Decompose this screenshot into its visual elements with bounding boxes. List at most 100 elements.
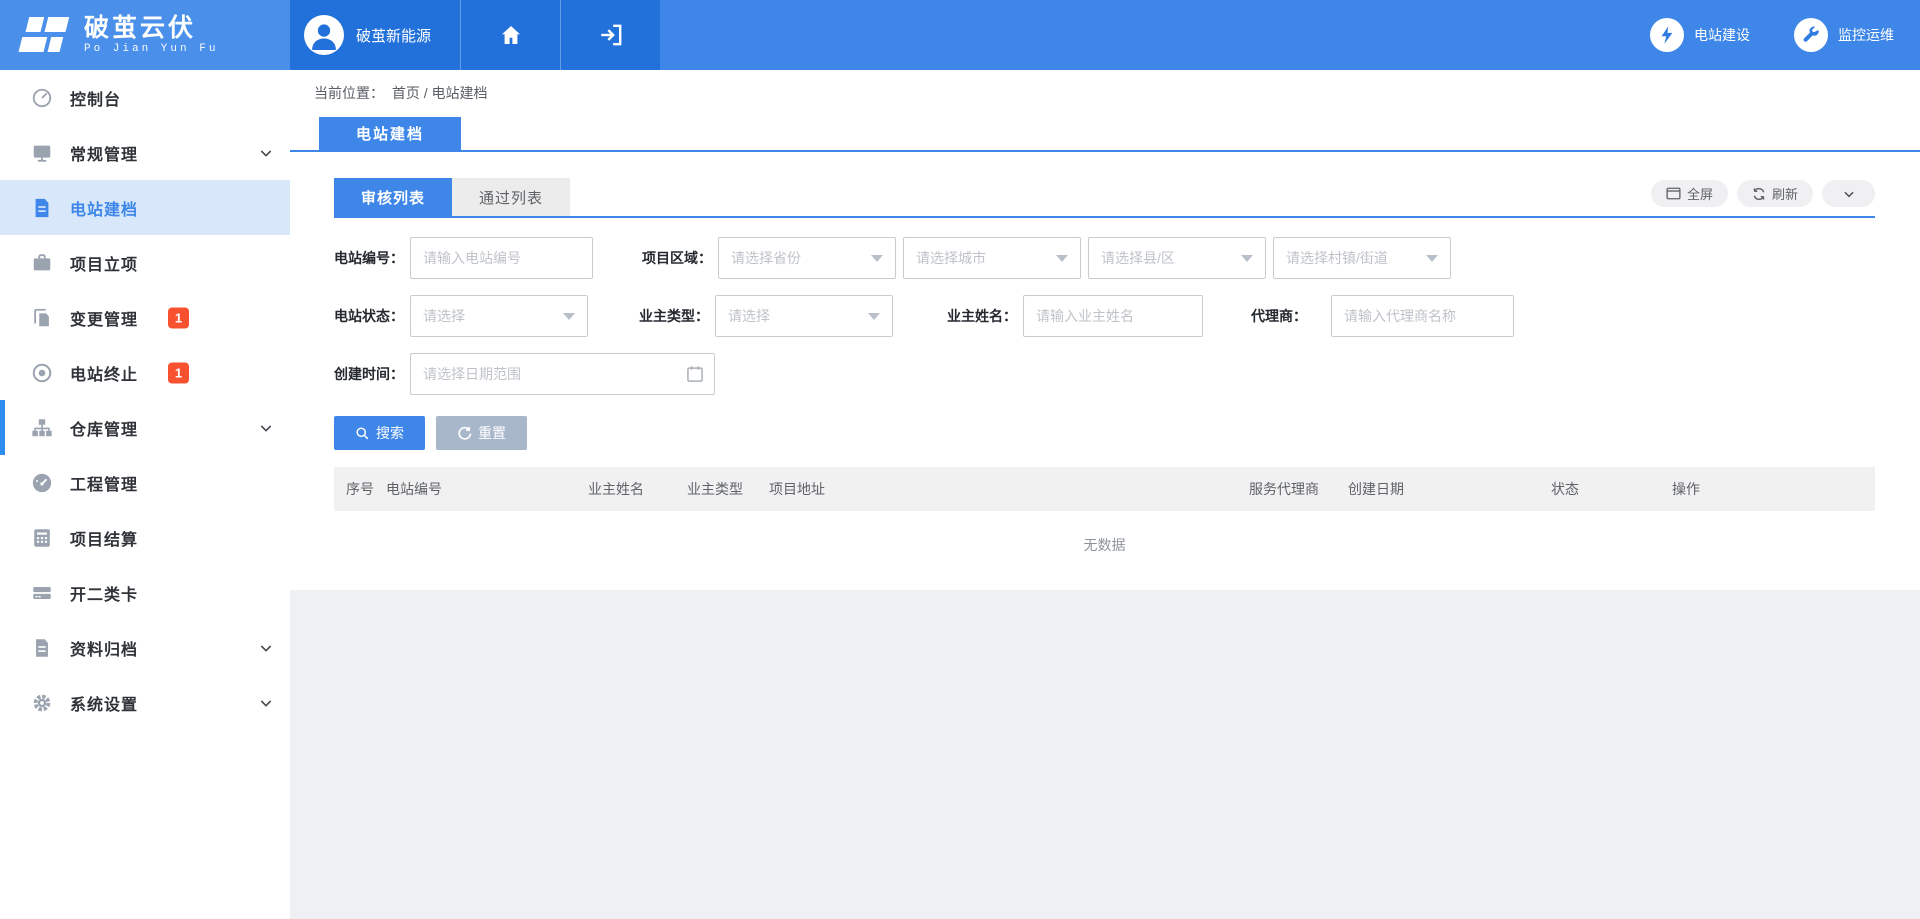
calculator-icon: [30, 526, 54, 550]
collapse-toolbar-button[interactable]: [1822, 180, 1875, 207]
filter-row-1: 电站编号： 项目区域： 请选择省份 请选择城市 请选择县/区 请选择村镇/街道: [334, 237, 1875, 279]
panel-toolbar: 全屏 刷新: [1651, 180, 1875, 207]
account-menu[interactable]: 破茧新能源: [290, 0, 460, 70]
page-tab-station-filing[interactable]: 电站建档: [319, 117, 461, 150]
page-head: 当前位置： 首页 / 电站建档 电站建档: [290, 70, 1920, 150]
quick-link-station-build[interactable]: 电站建设: [1650, 18, 1750, 52]
account-name: 破茧新能源: [356, 25, 431, 46]
owner-name-input[interactable]: [1023, 295, 1203, 337]
logout-icon: [598, 22, 624, 48]
sidebar-item-data-archive[interactable]: 资料归档: [0, 620, 290, 675]
app-subtitle: Po Jian Yun Fu: [84, 43, 218, 55]
tab-approved-list[interactable]: 通过列表: [452, 178, 570, 216]
owner-type-label: 业主类型：: [639, 306, 709, 326]
notification-badge: 1: [168, 307, 189, 328]
agent-label: 代理商：: [1251, 306, 1307, 326]
refresh-icon: [1752, 187, 1766, 201]
chevron-down-icon: [258, 695, 274, 711]
notification-badge: 1: [168, 362, 189, 383]
cards-icon: [30, 581, 54, 605]
copy-pages-icon: [30, 306, 54, 330]
fullscreen-button[interactable]: 全屏: [1651, 180, 1728, 207]
reset-button[interactable]: 重置: [436, 416, 527, 450]
sidebar-item-project-initiation[interactable]: 项目立项: [0, 235, 290, 290]
tab-review-list[interactable]: 审核列表: [334, 178, 452, 216]
station-status-select[interactable]: 请选择: [410, 295, 588, 337]
monitor-icon: [30, 141, 54, 165]
col-actions: 操作: [1672, 479, 1875, 499]
reset-icon: [457, 426, 472, 441]
logout-button[interactable]: [560, 0, 660, 70]
logo-mark-icon: [16, 14, 72, 56]
col-status: 状态: [1551, 479, 1672, 499]
created-time-label: 创建时间：: [334, 364, 404, 384]
select-caret-icon: [1241, 255, 1253, 262]
sidebar-item-station-termination[interactable]: 电站终止 1: [0, 345, 290, 400]
table-header-row: 序号 电站编号 业主姓名 业主类型 项目地址 服务代理商 创建日期 状态 操作: [334, 467, 1875, 511]
sidebar-item-change-mgmt[interactable]: 变更管理 1: [0, 290, 290, 345]
village-select[interactable]: 请选择村镇/街道: [1273, 237, 1451, 279]
station-no-label: 电站编号：: [334, 248, 404, 268]
col-index: 序号: [346, 479, 386, 499]
gear-icon: [30, 691, 54, 715]
chevron-down-icon: [1842, 187, 1856, 201]
station-no-input[interactable]: [410, 237, 593, 279]
active-indicator-bar: [0, 400, 5, 455]
app-title: 破茧云伏: [84, 15, 218, 43]
topbar-dark-section: 破茧新能源: [290, 0, 660, 70]
dashboard-icon: [30, 86, 54, 110]
search-button[interactable]: 搜索: [334, 416, 425, 450]
sidebar-item-station-filing[interactable]: 电站建档: [0, 180, 290, 235]
wrench-icon: [1794, 18, 1828, 52]
col-owner-type: 业主类型: [687, 479, 769, 499]
filter-form: 电站编号： 项目区域： 请选择省份 请选择城市 请选择县/区 请选择村镇/街道: [334, 237, 1875, 395]
select-caret-icon: [871, 255, 883, 262]
owner-type-select[interactable]: 请选择: [715, 295, 893, 337]
chevron-down-icon: [258, 145, 274, 161]
station-status-label: 电站状态：: [334, 306, 404, 326]
sidebar-item-open-type2-card[interactable]: 开二类卡: [0, 565, 290, 620]
gauge-icon: [30, 471, 54, 495]
home-button[interactable]: [460, 0, 560, 70]
quick-link-label: 电站建设: [1694, 25, 1750, 45]
sidebar-item-general-mgmt[interactable]: 常规管理: [0, 125, 290, 180]
select-caret-icon: [1056, 255, 1068, 262]
agent-input[interactable]: [1331, 295, 1514, 337]
bolt-icon: [1650, 18, 1684, 52]
province-select[interactable]: 请选择省份: [718, 237, 896, 279]
sidebar-item-warehouse-mgmt[interactable]: 仓库管理: [0, 400, 290, 455]
tabs-row: 审核列表 通过列表 全屏 刷新: [334, 152, 1875, 218]
filter-actions: 搜索 重置: [334, 416, 1875, 450]
breadcrumb-path: 首页 / 电站建档: [392, 85, 488, 101]
date-range-input[interactable]: [410, 353, 715, 395]
select-caret-icon: [563, 313, 575, 320]
quick-link-label: 监控运维: [1838, 25, 1894, 45]
sidebar-item-console[interactable]: 控制台: [0, 70, 290, 125]
main-content: 当前位置： 首页 / 电站建档 电站建档 审核列表 通过列表 全屏: [290, 70, 1920, 919]
home-icon: [499, 23, 523, 47]
record-circle-icon: [30, 361, 54, 385]
col-owner-name: 业主姓名: [588, 479, 687, 499]
breadcrumb-prefix: 当前位置：: [314, 85, 384, 101]
sidebar-item-system-settings[interactable]: 系统设置: [0, 675, 290, 730]
chevron-down-icon: [258, 640, 274, 656]
quick-link-monitor-ops[interactable]: 监控运维: [1794, 18, 1894, 52]
refresh-button[interactable]: 刷新: [1737, 180, 1813, 207]
col-service-agent: 服务代理商: [1249, 479, 1348, 499]
select-caret-icon: [868, 313, 880, 320]
region-label: 项目区域：: [642, 248, 712, 268]
document-icon: [30, 196, 54, 220]
sidebar-item-engineering-mgmt[interactable]: 工程管理: [0, 455, 290, 510]
logo: 破茧云伏 Po Jian Yun Fu: [0, 0, 290, 70]
filter-row-2: 电站状态： 请选择 业主类型： 请选择 业主姓名： 代理商：: [334, 295, 1875, 337]
archive-file-icon: [30, 636, 54, 660]
fullscreen-icon: [1666, 187, 1681, 200]
city-select[interactable]: 请选择城市: [903, 237, 1081, 279]
topbar-quick-links: 电站建设 监控运维: [1650, 0, 1920, 70]
sidebar-item-project-settlement[interactable]: 项目结算: [0, 510, 290, 565]
col-project-address: 项目地址: [769, 479, 1249, 499]
content-panel: 审核列表 通过列表 全屏 刷新: [290, 152, 1920, 590]
avatar: [304, 15, 344, 55]
col-created-date: 创建日期: [1348, 479, 1551, 499]
county-select[interactable]: 请选择县/区: [1088, 237, 1266, 279]
